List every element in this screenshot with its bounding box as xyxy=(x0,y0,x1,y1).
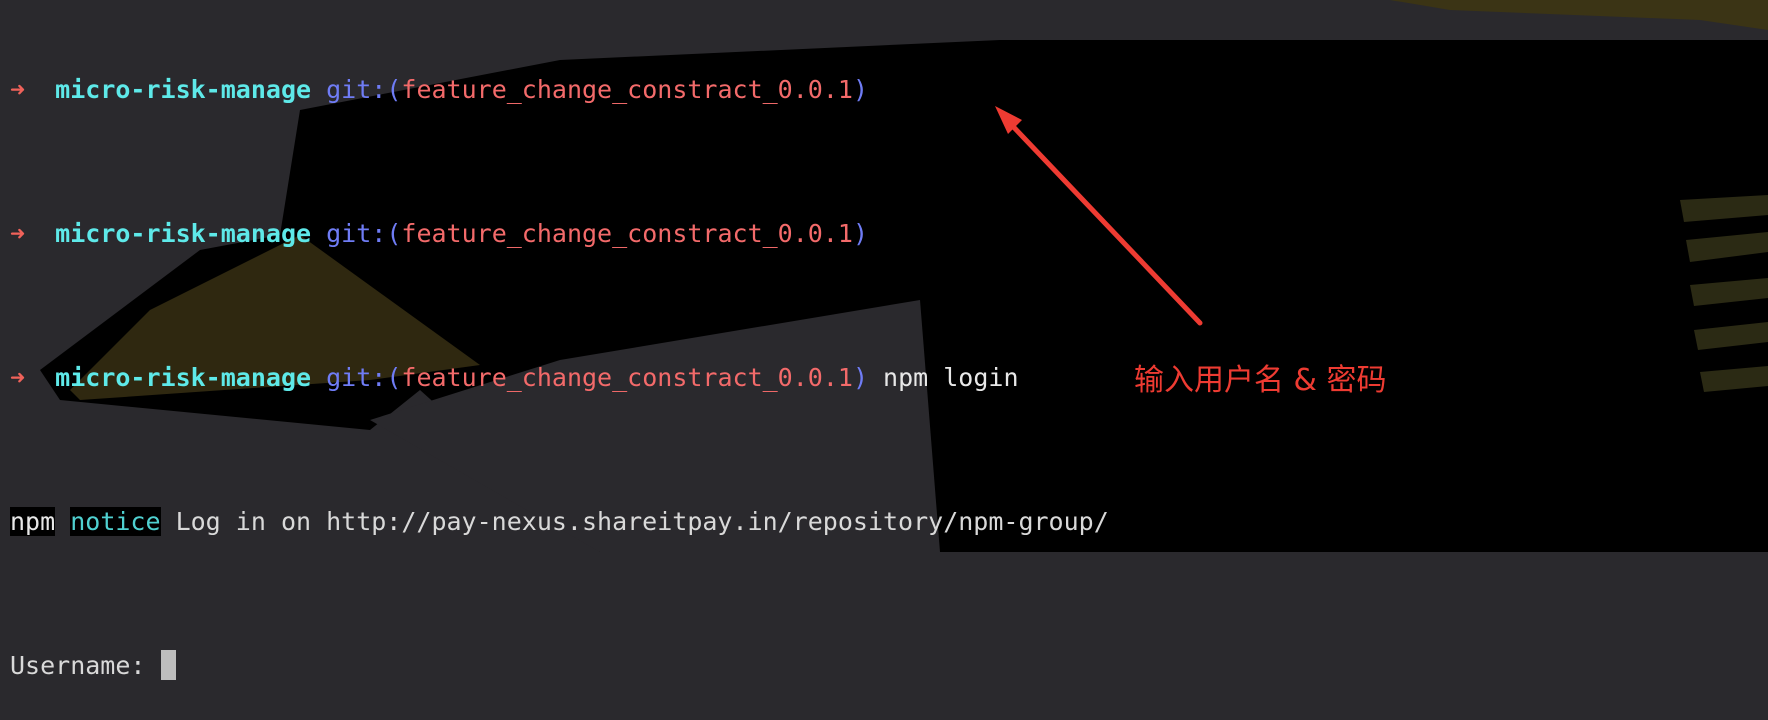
git-branch: feature_change_constract_0.0.1 xyxy=(401,75,853,104)
git-label: git: xyxy=(326,75,387,104)
paren-open: ( xyxy=(386,363,402,392)
notice-tag: notice xyxy=(70,507,161,536)
prompt-directory: micro-risk-manage xyxy=(55,363,312,392)
terminal-output: ➜ micro-risk-manage git:(feature_change_… xyxy=(10,0,1109,720)
text-cursor[interactable] xyxy=(160,650,176,680)
npm-tag: npm xyxy=(10,507,56,536)
paren-open: ( xyxy=(386,75,402,104)
paren-close: ) xyxy=(852,75,868,104)
prompt-directory: micro-risk-manage xyxy=(55,219,312,248)
npm-notice-line: npm notice Log in on http://pay-nexus.sh… xyxy=(10,504,1109,540)
prompt-directory: micro-risk-manage xyxy=(55,75,312,104)
git-branch: feature_change_constract_0.0.1 xyxy=(401,219,853,248)
typed-command: npm login xyxy=(868,363,1019,392)
paren-close: ) xyxy=(852,363,868,392)
prompt-line-2: ➜ micro-risk-manage git:(feature_change_… xyxy=(10,216,1109,252)
git-label: git: xyxy=(326,363,387,392)
username-line[interactable]: Username: xyxy=(10,648,1109,684)
prompt-line-3: ➜ micro-risk-manage git:(feature_change_… xyxy=(10,360,1109,396)
paren-close: ) xyxy=(852,219,868,248)
prompt-arrow-icon: ➜ xyxy=(10,75,26,104)
git-label: git: xyxy=(326,219,387,248)
annotation-label: 输入用户名 & 密码 xyxy=(1134,363,1387,398)
git-branch: feature_change_constract_0.0.1 xyxy=(401,363,853,392)
prompt-arrow-icon: ➜ xyxy=(10,219,26,248)
paren-open: ( xyxy=(386,219,402,248)
notice-message: Log in on http://pay-nexus.shareitpay.in… xyxy=(160,507,1109,536)
prompt-arrow-icon: ➜ xyxy=(10,363,26,392)
prompt-line-1: ➜ micro-risk-manage git:(feature_change_… xyxy=(10,72,1109,108)
username-prompt: Username: xyxy=(10,651,161,680)
